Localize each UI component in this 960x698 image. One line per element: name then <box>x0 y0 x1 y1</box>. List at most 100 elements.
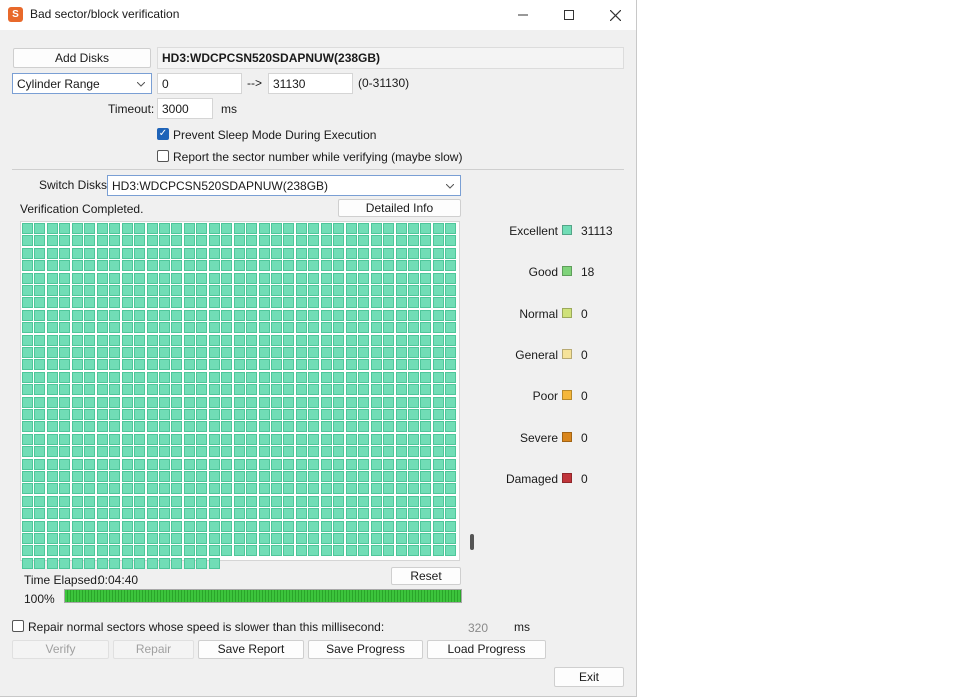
sector-block <box>445 223 457 234</box>
sector-block <box>370 359 382 371</box>
sector-block <box>59 297 71 309</box>
sector-block <box>46 557 58 569</box>
sector-block <box>121 545 133 557</box>
sector-block <box>109 396 121 408</box>
sector-block <box>445 433 457 445</box>
sector-block <box>46 458 58 470</box>
sector-block <box>358 334 370 346</box>
grid-scrollbar-thumb[interactable] <box>470 534 474 550</box>
close-button[interactable] <box>592 0 638 30</box>
sector-block <box>208 247 220 259</box>
maximize-button[interactable] <box>546 0 592 30</box>
minimize-button[interactable] <box>500 0 546 30</box>
sector-block <box>183 409 195 420</box>
add-disks-button[interactable]: Add Disks <box>13 48 151 68</box>
sector-block <box>271 396 282 408</box>
sector-block <box>196 545 208 557</box>
sector-block <box>34 384 46 396</box>
sector-block <box>383 247 395 259</box>
sector-block <box>295 334 307 346</box>
sector-block <box>358 260 370 272</box>
sector-block <box>146 495 158 507</box>
prevent-sleep-checkbox[interactable]: ✓ <box>157 128 169 140</box>
sector-block <box>233 359 245 371</box>
range-mode-select[interactable]: Cylinder Range <box>12 73 152 94</box>
sector-block <box>358 272 370 284</box>
sector-block <box>121 508 133 520</box>
range-end-input[interactable]: 31130 <box>268 73 353 94</box>
sector-block <box>283 520 295 532</box>
sector-block <box>121 260 133 272</box>
sector-block <box>221 371 233 383</box>
sector-block <box>395 520 407 532</box>
save-progress-button[interactable]: Save Progress <box>308 640 423 659</box>
sector-block <box>308 533 320 544</box>
range-start-input[interactable]: 0 <box>157 73 242 94</box>
detailed-info-button[interactable]: Detailed Info <box>338 199 461 217</box>
sector-block <box>283 322 295 334</box>
timeout-input[interactable]: 3000 <box>157 98 213 119</box>
sector-block <box>320 483 332 495</box>
sector-block <box>395 297 407 309</box>
sector-block <box>233 223 245 234</box>
sector-block <box>171 545 183 557</box>
sector-block <box>158 309 170 321</box>
save-report-button[interactable]: Save Report <box>198 640 304 659</box>
sector-block <box>345 235 357 247</box>
chevron-down-icon <box>137 82 145 87</box>
report-sector-checkbox[interactable] <box>157 150 169 162</box>
sector-block <box>383 235 395 247</box>
sector-block <box>221 508 233 520</box>
repair-button[interactable]: Repair <box>113 640 194 659</box>
sector-block <box>46 322 58 334</box>
load-progress-button[interactable]: Load Progress <box>427 640 546 659</box>
sector-block <box>383 495 395 507</box>
sector-block <box>96 495 108 507</box>
sector-block <box>208 272 220 284</box>
sector-block <box>171 396 183 408</box>
sector-block <box>445 309 457 321</box>
sector-block <box>46 309 58 321</box>
sector-block <box>196 495 208 507</box>
sector-block <box>208 223 220 234</box>
sector-block <box>320 285 332 296</box>
sector-block <box>171 309 183 321</box>
sector-block <box>146 235 158 247</box>
sector-block <box>308 520 320 532</box>
sector-block <box>420 309 432 321</box>
sector-block <box>46 545 58 557</box>
sector-block <box>333 359 345 371</box>
title-bar: S Bad sector/block verification <box>0 0 636 30</box>
verify-button[interactable]: Verify <box>12 640 109 659</box>
sector-block <box>283 260 295 272</box>
exit-button[interactable]: Exit <box>554 667 624 687</box>
sector-block <box>258 446 270 458</box>
sector-block <box>34 409 46 420</box>
sector-block <box>233 247 245 259</box>
sector-block <box>233 371 245 383</box>
sector-block <box>196 371 208 383</box>
sector-block <box>84 322 96 334</box>
sector-block <box>134 384 146 396</box>
sector-block <box>407 371 419 383</box>
repair-slow-checkbox[interactable] <box>12 620 24 632</box>
repair-slow-input[interactable]: 320 <box>468 621 488 635</box>
reset-button[interactable]: Reset <box>391 567 461 585</box>
sector-block <box>22 309 33 321</box>
sector-map-grid <box>20 221 460 569</box>
sector-block <box>333 433 345 445</box>
sector-block <box>233 471 245 482</box>
sector-block <box>333 458 345 470</box>
legend-count-damaged: 0 <box>581 471 588 486</box>
sector-block <box>295 409 307 420</box>
sector-block <box>370 446 382 458</box>
sector-block <box>171 458 183 470</box>
sector-block <box>34 533 46 544</box>
sector-block <box>420 285 432 296</box>
sector-block <box>96 483 108 495</box>
sector-block <box>258 285 270 296</box>
sector-block <box>221 433 233 445</box>
switch-disks-select[interactable]: HD3:WDCPCSN520SDAPNUW(238GB) <box>107 175 461 196</box>
sector-block <box>271 285 282 296</box>
sector-block <box>121 297 133 309</box>
